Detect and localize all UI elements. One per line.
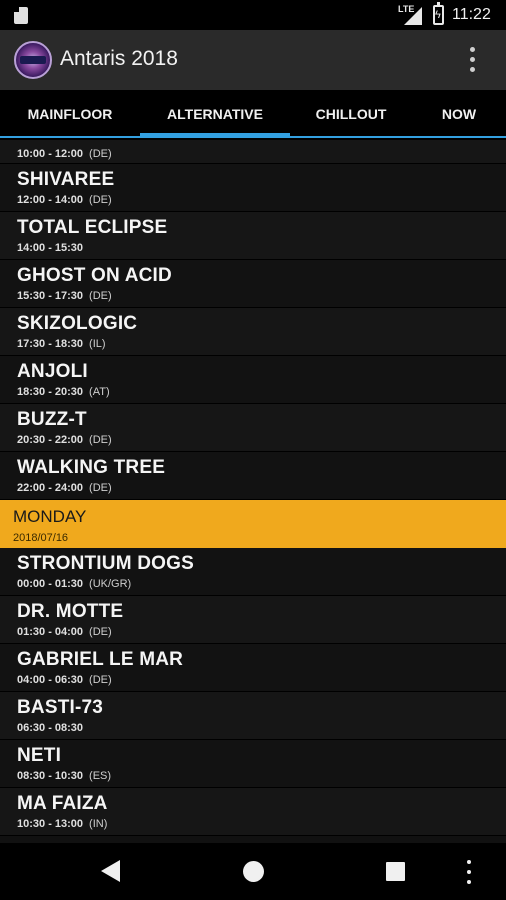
artist-name: BUZZ-T (17, 409, 87, 430)
artist-name: SKIZOLOGIC (17, 313, 138, 334)
schedule-row[interactable]: GHOST ON ACID 15:30 - 17:30 (DE) (0, 260, 506, 308)
schedule-row[interactable]: STRONTIUM DOGS 00:00 - 01:30 (UK/GR) (0, 548, 506, 596)
status-bar: LTE ϟ 11:22 (0, 0, 506, 30)
back-icon[interactable] (101, 860, 120, 882)
dot-icon (470, 67, 475, 72)
slot-country: (DE) (89, 194, 112, 206)
artist-name: GHOST ON ACID (17, 265, 172, 286)
slot-time: 18:30 - 20:30 (AT) (17, 386, 110, 398)
schedule-list[interactable]: 10:00 - 12:00 (DE) SHIVAREE 12:00 - 14:00… (0, 140, 506, 843)
dot-icon (470, 57, 475, 62)
slot-time: 00:00 - 01:30 (UK/GR) (17, 578, 132, 590)
schedule-row[interactable]: BASTI-73 06:30 - 08:30 (0, 692, 506, 740)
overflow-menu-button[interactable] (460, 44, 484, 76)
slot-country: (DE) (89, 148, 112, 160)
slot-time: 08:30 - 10:30 (ES) (17, 770, 112, 782)
artist-name: MA FAIZA (17, 793, 108, 814)
slot-country: (DE) (89, 482, 112, 494)
dot-icon (467, 880, 471, 884)
artist-name: BASTI-73 (17, 697, 104, 718)
app-logo (14, 41, 52, 79)
schedule-row[interactable]: WALKING TREE 22:00 - 24:00 (DE) (0, 452, 506, 500)
artist-name: SHIVAREE (17, 169, 115, 190)
slot-country: (AT) (89, 386, 110, 398)
slot-country: (DE) (89, 626, 112, 638)
slot-country: (DE) (89, 674, 112, 686)
sd-card-icon (14, 7, 28, 24)
home-icon[interactable] (243, 861, 264, 882)
recents-icon[interactable] (386, 862, 405, 881)
schedule-row[interactable]: NETI 08:30 - 10:30 (ES) (0, 740, 506, 788)
schedule-row[interactable]: ANJOLI 18:30 - 20:30 (AT) (0, 356, 506, 404)
slot-time: 17:30 - 18:30 (IL) (17, 338, 106, 350)
artist-name: ANJOLI (17, 361, 88, 382)
slot-time: 20:30 - 22:00 (DE) (17, 434, 112, 446)
slot-time: 15:30 - 17:30 (DE) (17, 290, 112, 302)
slot-time: 10:30 - 13:00 (IN) (17, 818, 108, 830)
slot-time: 10:00 - 12:00 (DE) (17, 148, 112, 160)
tab-alternative[interactable]: ALTERNATIVE (140, 90, 290, 138)
slot-country: (ES) (89, 770, 112, 782)
dot-icon (470, 47, 475, 52)
artist-name: GABRIEL LE MAR (17, 649, 184, 670)
stage-tabs: MAINFLOOR ALTERNATIVE CHILLOUT NOW (0, 90, 506, 138)
schedule-row[interactable]: TOTAL ECLIPSE 14:00 - 15:30 (0, 212, 506, 260)
slot-country: (UK/GR) (89, 578, 132, 590)
slot-time: 06:30 - 08:30 (17, 722, 84, 734)
tab-mainfloor[interactable]: MAINFLOOR (0, 90, 140, 136)
artist-name: WALKING TREE (17, 457, 166, 478)
slot-country: (IN) (89, 818, 108, 830)
schedule-row[interactable]: SHIVAREE 12:00 - 14:00 (DE) (0, 164, 506, 212)
schedule-row[interactable]: 10:00 - 12:00 (DE) (0, 140, 506, 164)
day-name: MONDAY (13, 507, 87, 526)
schedule-row[interactable]: DR. MOTTE 01:30 - 04:00 (DE) (0, 596, 506, 644)
slot-time: 04:00 - 06:30 (DE) (17, 674, 112, 686)
slot-country: (IL) (89, 338, 106, 350)
artist-name: STRONTIUM DOGS (17, 553, 194, 574)
app-bar: Antaris 2018 (0, 30, 506, 90)
system-nav-bar (0, 843, 506, 900)
artist-name: TOTAL ECLIPSE (17, 217, 168, 238)
schedule-row[interactable]: SKIZOLOGIC 17:30 - 18:30 (IL) (0, 308, 506, 356)
day-date: 2018/07/16 (13, 532, 69, 544)
app-title: Antaris 2018 (60, 47, 178, 70)
artist-name: NETI (17, 745, 62, 766)
more-vert-icon[interactable] (462, 859, 476, 885)
schedule-row[interactable]: BUZZ-T 20:30 - 22:00 (DE) (0, 404, 506, 452)
dot-icon (467, 870, 471, 874)
slot-time: 12:00 - 14:00 (DE) (17, 194, 112, 206)
schedule-row[interactable]: GABRIEL LE MAR 04:00 - 06:30 (DE) (0, 644, 506, 692)
clock: 11:22 (452, 6, 491, 23)
slot-country: (DE) (89, 434, 112, 446)
day-header: MONDAY 2018/07/16 (0, 500, 506, 548)
schedule-row[interactable]: MA FAIZA 10:30 - 13:00 (IN) (0, 788, 506, 836)
battery-charging-icon: ϟ (433, 2, 444, 25)
artist-name: DR. MOTTE (17, 601, 124, 622)
slot-country: (DE) (89, 290, 112, 302)
dot-icon (467, 860, 471, 864)
tab-now[interactable]: NOW (412, 90, 506, 136)
slot-time: 22:00 - 24:00 (DE) (17, 482, 112, 494)
signal-icon (404, 7, 422, 25)
tab-chillout[interactable]: CHILLOUT (290, 90, 412, 136)
slot-time: 14:00 - 15:30 (17, 242, 84, 254)
slot-time: 01:30 - 04:00 (DE) (17, 626, 112, 638)
